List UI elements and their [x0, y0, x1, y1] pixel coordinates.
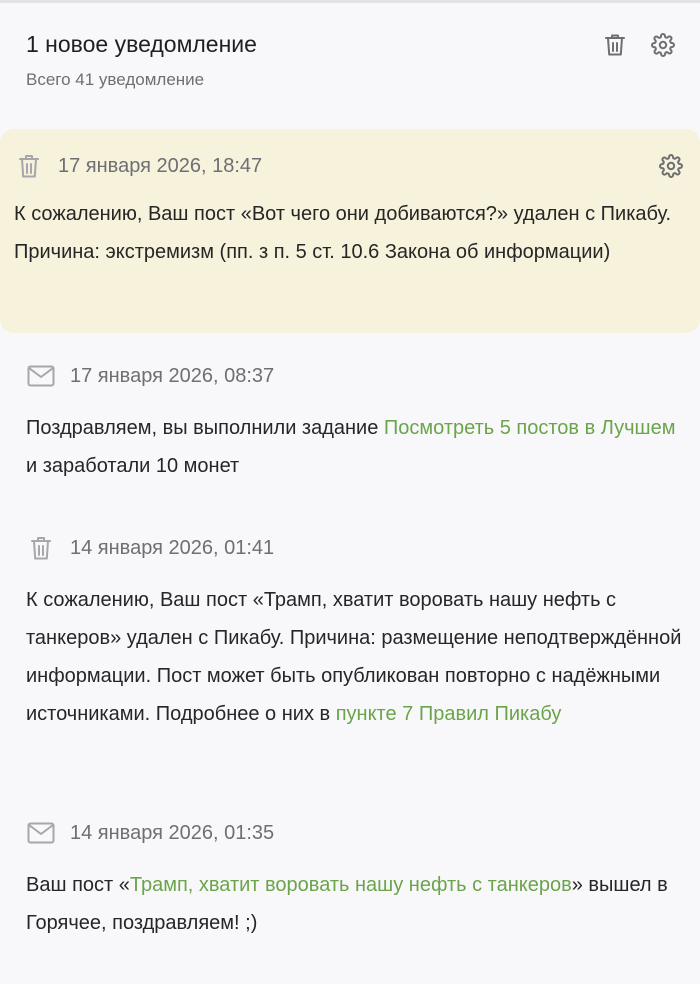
notification-text-after: и заработали 10 монет [26, 455, 240, 477]
post-link[interactable]: Трамп, хватит воровать нашу нефть с танк… [130, 874, 572, 896]
notification-text-before: Поздравляем, вы выполнили задание [26, 417, 384, 439]
top-divider [0, 0, 700, 3]
page-title: 1 новое уведомление [26, 31, 257, 57]
notification-head: 14 января 2026, 01:41 [26, 533, 684, 563]
notification-date: 14 января 2026, 01:41 [70, 537, 275, 559]
notification-head: 17 января 2026, 18:47 [14, 151, 684, 181]
notification-item[interactable]: 14 января 2026, 01:41 К сожалению, Ваш п… [0, 533, 700, 733]
notification-date: 17 января 2026, 18:47 [58, 155, 263, 177]
notification-text: К сожалению, Ваш пост «Трамп, хватит вор… [26, 581, 684, 733]
header-actions [602, 32, 676, 58]
notification-text: Поздравляем, вы выполнили задание Посмот… [26, 409, 684, 485]
notification-head: 14 января 2026, 01:35 [26, 818, 684, 848]
trash-icon [26, 533, 56, 563]
notifications-header: 1 новое уведомление Всего 41 уведомление [26, 28, 676, 92]
gear-icon[interactable] [658, 153, 684, 179]
notification-text-before: Ваш пост « [26, 874, 130, 896]
notification-item[interactable]: 17 января 2026, 18:47 К сожалению, Ваш п… [0, 129, 700, 333]
gear-icon[interactable] [650, 32, 676, 58]
trash-icon [14, 151, 44, 181]
total-count: Всего 41 уведомление [26, 70, 205, 89]
notification-text: К сожалению, Ваш пост «Вот чего они доби… [14, 203, 672, 263]
notification-date: 17 января 2026, 08:37 [70, 365, 275, 387]
mail-icon [26, 818, 56, 848]
trash-icon[interactable] [602, 32, 628, 58]
notification-date: 14 января 2026, 01:35 [70, 822, 275, 844]
rules-link[interactable]: пункте 7 Правил Пикабу [336, 703, 562, 725]
notification-head: 17 января 2026, 08:37 [26, 361, 684, 391]
mail-icon [26, 361, 56, 391]
notification-item[interactable]: 14 января 2026, 01:35 Ваш пост «Трамп, х… [0, 818, 700, 942]
notification-text: Ваш пост «Трамп, хватит воровать нашу не… [26, 866, 684, 942]
notification-item[interactable]: 17 января 2026, 08:37 Поздравляем, вы вы… [0, 361, 700, 485]
task-link[interactable]: Посмотреть 5 постов в Лучшем [384, 417, 676, 439]
